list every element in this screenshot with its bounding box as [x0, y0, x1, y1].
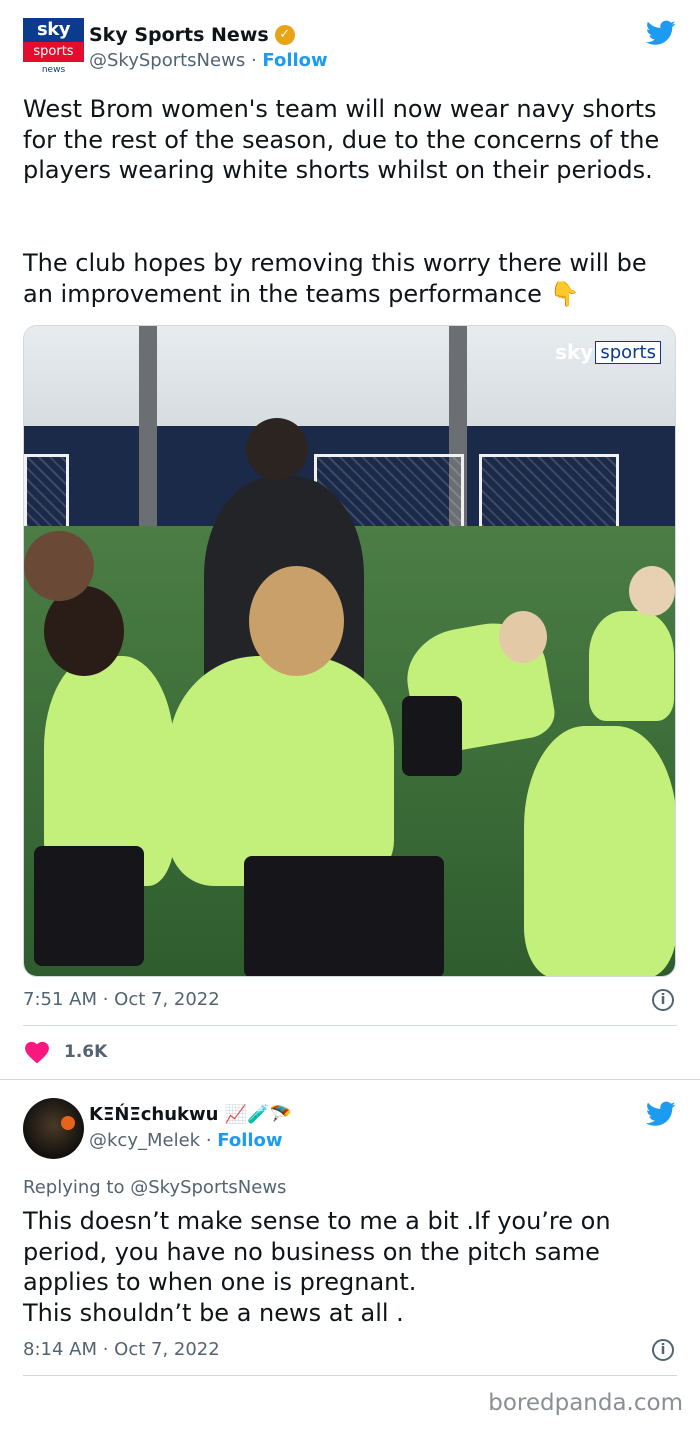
- boredpanda-watermark: boredpanda.com: [488, 1390, 683, 1416]
- twitter-bird-icon[interactable]: [646, 20, 676, 46]
- tweet-timestamp[interactable]: 7:51 AM · Oct 7, 2022: [23, 989, 220, 1010]
- photo-player: [169, 656, 394, 886]
- watermark-sky: sky: [555, 340, 594, 364]
- replying-to-prefix: Replying to: [23, 1177, 125, 1198]
- reply-text-line: This shouldn’t be a news at all .: [23, 1298, 404, 1327]
- author-handle-row: @SkySportsNews · Follow: [89, 50, 328, 71]
- author-name[interactable]: KΞŃΞchukwu 📈🧪🪂: [89, 1104, 292, 1125]
- photo-goal: [479, 454, 619, 526]
- photo-shorts: [34, 846, 144, 966]
- heart-icon[interactable]: [24, 1040, 50, 1064]
- avatar-accent: [61, 1116, 75, 1130]
- photo-head: [629, 566, 675, 616]
- photo-head: [499, 611, 547, 663]
- author-name-row: KΞŃΞchukwu 📈🧪🪂: [89, 1104, 292, 1125]
- photo-shorts: [402, 696, 462, 776]
- tweet-text-paragraph-1: West Brom women's team will now wear nav…: [23, 95, 660, 184]
- kcy-melek-avatar[interactable]: [23, 1098, 84, 1159]
- photo-head: [246, 418, 308, 480]
- watermark-sports: sports: [595, 340, 661, 364]
- photo-head: [249, 566, 344, 676]
- tweet-timestamp[interactable]: 8:14 AM · Oct 7, 2022: [23, 1339, 220, 1360]
- photo-shorts: [244, 856, 444, 976]
- photo-head: [24, 531, 94, 601]
- info-icon[interactable]: i: [652, 1339, 674, 1361]
- sky-sports-watermark: sky sports: [555, 340, 661, 364]
- divider: [23, 1375, 677, 1376]
- author-handle[interactable]: @kcy_Melek: [89, 1130, 200, 1151]
- likes-row[interactable]: 1.6K: [24, 1040, 107, 1064]
- tweet-card-sky-sports: sky sports news Sky Sports News ✓ @SkySp…: [0, 0, 700, 1080]
- tweet-media-photo[interactable]: sky sports: [23, 325, 676, 977]
- separator-dot: ·: [205, 1130, 212, 1151]
- verified-badge-icon: ✓: [274, 25, 295, 45]
- reply-text-line: This doesn’t make sense to me a bit .If …: [23, 1207, 611, 1235]
- author-handle[interactable]: @SkySportsNews: [89, 50, 245, 71]
- twitter-bird-icon[interactable]: [646, 1101, 676, 1127]
- replying-to-mention[interactable]: @SkySportsNews: [130, 1177, 286, 1198]
- author-name[interactable]: Sky Sports News: [89, 24, 269, 46]
- reply-text: This doesn’t make sense to me a bit .If …: [23, 1206, 673, 1328]
- avatar-sports-text: sports: [23, 42, 84, 62]
- like-count: 1.6K: [64, 1042, 108, 1062]
- info-icon[interactable]: i: [652, 989, 674, 1011]
- reply-text-line: period, you have no business on the pitc…: [23, 1237, 600, 1266]
- photo-player: [524, 726, 675, 976]
- tweet-text-paragraph-2: The club hopes by removing this worry th…: [23, 249, 647, 308]
- avatar-news-text: news: [23, 62, 84, 79]
- author-handle-row: @kcy_Melek · Follow: [89, 1130, 283, 1151]
- reply-text-line: applies to when one is pregnant.: [23, 1268, 417, 1296]
- photo-pillar: [139, 326, 157, 536]
- replying-to-line: Replying to @SkySportsNews: [23, 1177, 286, 1198]
- sky-sports-news-avatar[interactable]: sky sports news: [23, 18, 84, 79]
- avatar-sky-text: sky: [23, 18, 84, 42]
- follow-button[interactable]: Follow: [262, 50, 327, 71]
- separator-dot: ·: [250, 50, 257, 71]
- author-name-row: Sky Sports News ✓: [89, 24, 295, 46]
- follow-button[interactable]: Follow: [217, 1130, 282, 1151]
- photo-player: [589, 611, 674, 721]
- divider: [23, 1025, 677, 1026]
- photo-goal: [24, 454, 69, 526]
- tweet-card-reply: KΞŃΞchukwu 📈🧪🪂 @kcy_Melek · Follow Reply…: [0, 1081, 700, 1381]
